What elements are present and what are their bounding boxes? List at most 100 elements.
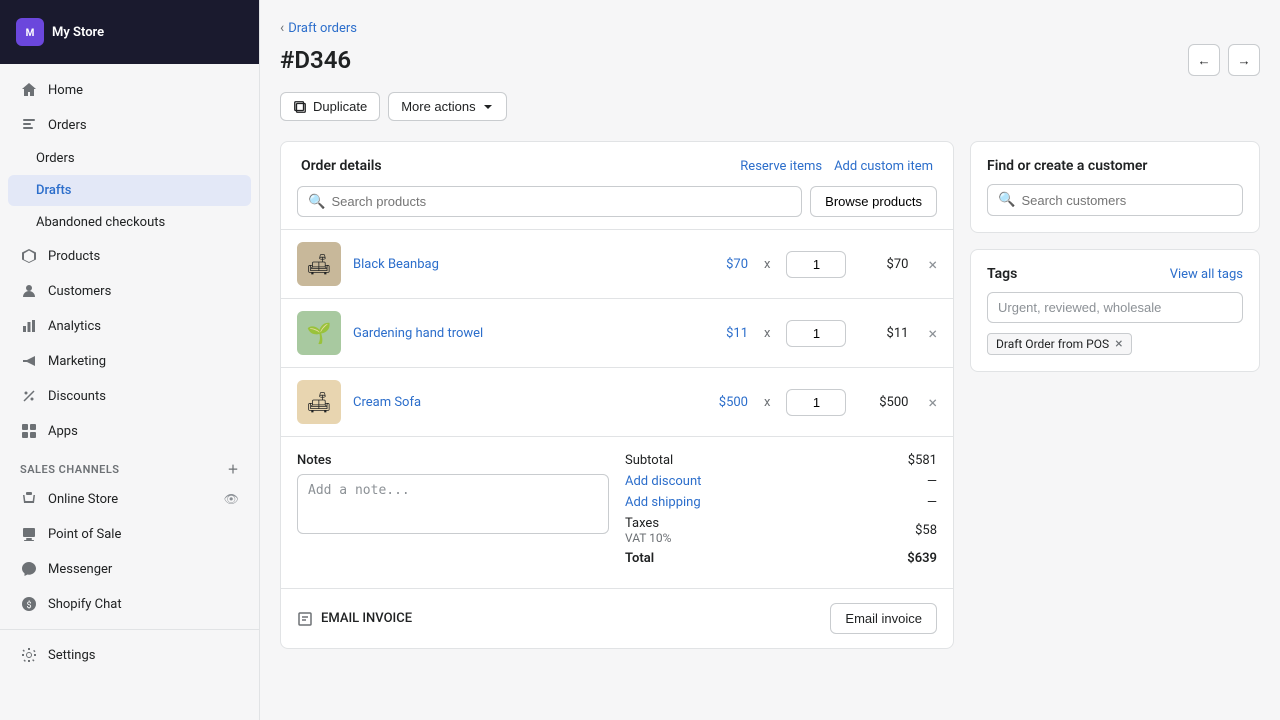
- sidebar-item-abandoned[interactable]: Abandoned checkouts: [8, 207, 251, 238]
- order-details-title: Order details: [301, 158, 382, 174]
- sidebar: M My Store Home Orders: [0, 0, 260, 720]
- duplicate-btn[interactable]: Duplicate: [280, 92, 380, 121]
- taxes-labels: Taxes VAT 10%: [625, 516, 671, 545]
- more-actions-btn[interactable]: More actions: [388, 92, 506, 121]
- order-details-actions: Reserve items Add custom item: [740, 159, 933, 174]
- sidebar-item-settings-label: Settings: [48, 648, 95, 663]
- discount-dash: —: [927, 474, 937, 489]
- tax-detail: VAT 10%: [625, 531, 671, 545]
- sidebar-item-abandoned-label: Abandoned checkouts: [36, 215, 165, 230]
- sidebar-item-settings[interactable]: Settings: [8, 638, 251, 672]
- svg-text:M: M: [26, 28, 35, 39]
- order-item-beanbag: 🛋 Black Beanbag $70 x $70 ×: [281, 229, 953, 298]
- sidebar-item-orders[interactable]: Orders: [8, 108, 251, 142]
- item-total-trowel: $11: [858, 326, 908, 341]
- next-order-btn[interactable]: →: [1228, 44, 1260, 76]
- notes-input[interactable]: [297, 474, 609, 534]
- item-qty-sofa[interactable]: [786, 389, 846, 416]
- item-qty-trowel[interactable]: [786, 320, 846, 347]
- shipping-row: Add shipping —: [625, 495, 937, 510]
- sidebar-item-home-label: Home: [48, 83, 83, 98]
- tags-input[interactable]: [987, 292, 1243, 323]
- customer-card: Find or create a customer 🔍: [970, 141, 1260, 233]
- add-sales-channel-btn[interactable]: ＋: [228, 461, 240, 477]
- subtotal-value: $581: [908, 453, 937, 468]
- item-x-beanbag: x: [764, 257, 770, 272]
- item-remove-beanbag[interactable]: ×: [928, 255, 937, 274]
- sidebar-item-pos-label: Point of Sale: [48, 527, 121, 542]
- sidebar-item-products-label: Products: [48, 249, 100, 264]
- prev-order-btn[interactable]: ←: [1188, 44, 1220, 76]
- duplicate-label: Duplicate: [313, 99, 367, 114]
- sidebar-item-products[interactable]: Products: [8, 239, 251, 273]
- analytics-icon: [20, 317, 38, 335]
- page-nav: ← →: [1188, 44, 1260, 76]
- sidebar-nav: Home Orders Orders Drafts Abandoned chec…: [0, 64, 259, 720]
- item-remove-trowel[interactable]: ×: [928, 324, 937, 343]
- tag-chip-remove[interactable]: ×: [1115, 337, 1122, 351]
- sidebar-item-apps[interactable]: Apps: [8, 414, 251, 448]
- browse-products-btn[interactable]: Browse products: [810, 186, 937, 217]
- breadcrumb[interactable]: ‹ Draft orders: [280, 20, 1260, 36]
- view-all-tags-link[interactable]: View all tags: [1170, 267, 1243, 282]
- sidebar-item-marketing-label: Marketing: [48, 354, 106, 369]
- sidebar-item-drafts[interactable]: Drafts: [8, 175, 251, 206]
- online-store-eye-icon[interactable]: 👁: [224, 492, 239, 506]
- sidebar-item-analytics[interactable]: Analytics: [8, 309, 251, 343]
- subtotal-label: Subtotal: [625, 453, 673, 468]
- more-actions-label: More actions: [401, 99, 475, 114]
- tags-chips: Draft Order from POS ×: [987, 333, 1243, 355]
- taxes-label: Taxes: [625, 516, 671, 531]
- add-discount-link[interactable]: Add discount: [625, 474, 701, 489]
- email-invoice-btn[interactable]: Email invoice: [830, 603, 937, 634]
- notes-label: Notes: [297, 453, 609, 468]
- product-search-wrap[interactable]: 🔍: [297, 186, 802, 217]
- page-title: #D346: [280, 46, 351, 74]
- customer-search-icon: 🔍: [998, 192, 1015, 208]
- item-name-trowel[interactable]: Gardening hand trowel: [353, 326, 686, 341]
- item-x-sofa: x: [764, 395, 770, 410]
- pos-icon: [20, 525, 38, 543]
- sidebar-item-drafts-label: Drafts: [36, 183, 71, 198]
- sidebar-item-home[interactable]: Home: [8, 73, 251, 107]
- customer-search-input[interactable]: [1021, 193, 1232, 208]
- item-thumb-trowel: 🌱: [297, 311, 341, 355]
- item-name-sofa[interactable]: Cream Sofa: [353, 395, 686, 410]
- search-products-input[interactable]: [331, 194, 791, 209]
- item-qty-beanbag[interactable]: [786, 251, 846, 278]
- sidebar-item-customers[interactable]: Customers: [8, 274, 251, 308]
- discounts-icon: [20, 387, 38, 405]
- sidebar-item-marketing[interactable]: Marketing: [8, 344, 251, 378]
- search-bar: 🔍 Browse products: [281, 186, 953, 229]
- notes-column: Notes: [297, 453, 609, 572]
- sidebar-item-apps-label: Apps: [48, 424, 78, 439]
- sidebar-item-orders-sub-label: Orders: [36, 151, 75, 166]
- sidebar-item-analytics-label: Analytics: [48, 319, 101, 334]
- tags-section: Tags View all tags Draft Order from POS …: [971, 250, 1259, 371]
- reserve-items-link[interactable]: Reserve items: [740, 159, 822, 174]
- sidebar-item-orders-sub[interactable]: Orders: [8, 143, 251, 174]
- sidebar-item-shopify-chat[interactable]: $ Shopify Chat: [8, 587, 251, 621]
- sidebar-item-discounts[interactable]: Discounts: [8, 379, 251, 413]
- page-actions: Duplicate More actions: [280, 92, 1260, 121]
- sidebar-item-online-store-label: Online Store: [48, 492, 118, 507]
- tags-header: Tags View all tags: [987, 266, 1243, 282]
- discount-row: Add discount —: [625, 474, 937, 489]
- item-thumb-sofa: 🛋: [297, 380, 341, 424]
- shipping-dash: —: [927, 495, 937, 510]
- item-remove-sofa[interactable]: ×: [928, 393, 937, 412]
- add-custom-item-link[interactable]: Add custom item: [834, 159, 933, 174]
- totals-column: Subtotal $581 Add discount — Add shippin…: [625, 453, 937, 572]
- sidebar-item-messenger[interactable]: Messenger: [8, 552, 251, 586]
- sales-channels-section: SALES CHANNELS ＋: [0, 449, 259, 481]
- sidebar-item-online-store[interactable]: Online Store 👁: [8, 482, 251, 516]
- sidebar-item-pos[interactable]: Point of Sale: [8, 517, 251, 551]
- order-item-trowel: 🌱 Gardening hand trowel $11 x $11 ×: [281, 298, 953, 367]
- tax-value: $58: [915, 523, 937, 538]
- item-name-beanbag[interactable]: Black Beanbag: [353, 257, 686, 272]
- add-shipping-link[interactable]: Add shipping: [625, 495, 701, 510]
- customer-search-wrap[interactable]: 🔍: [987, 184, 1243, 216]
- subtotal-row: Subtotal $581: [625, 453, 937, 468]
- shop-header[interactable]: M My Store: [8, 8, 251, 56]
- item-price-sofa: $500: [698, 395, 748, 410]
